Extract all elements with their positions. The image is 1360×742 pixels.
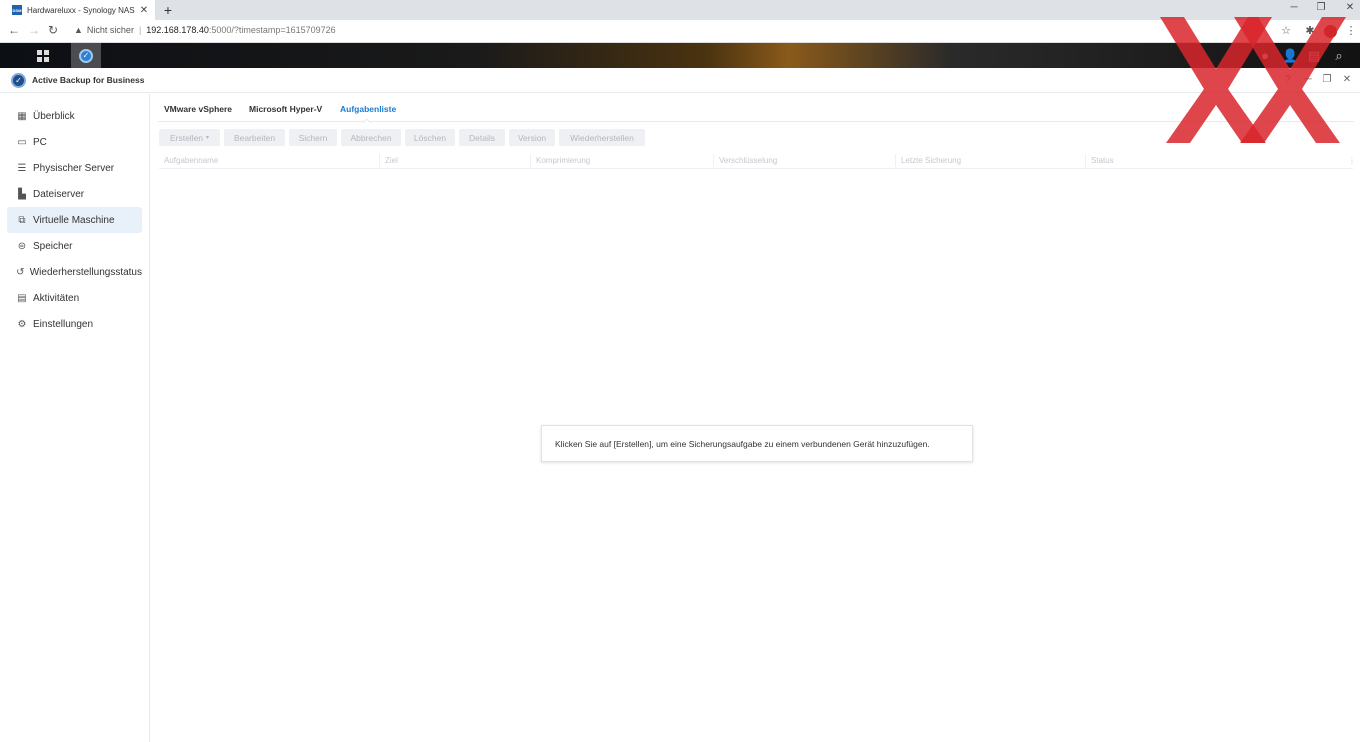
sidebar-item-label: Überblick [33, 110, 75, 122]
create-button-label: Erstellen [169, 132, 204, 143]
user-icon[interactable]: 👤 [1282, 48, 1298, 64]
sidebar-item-label: Dateiserver [33, 188, 85, 200]
dsm-taskbar: ✓ ● 👤 ▤ ⌕ [0, 43, 1360, 68]
browser-tab[interactable]: DSM Hardwareluxx - Synology NAS ✕ [0, 0, 155, 20]
empty-state-hint: Klicken Sie auf [Erstellen], um eine Sic… [541, 425, 973, 462]
version-button[interactable]: Version [509, 129, 555, 146]
profile-avatar[interactable] [1324, 25, 1337, 38]
sidebar-item-pc[interactable]: ▭ PC [7, 129, 142, 155]
file-server-icon: ▙ [18, 188, 26, 200]
close-app-icon[interactable]: ✕ [1340, 74, 1354, 85]
storage-icon: ⊜ [17, 240, 27, 252]
sidebar-item-label: Einstellungen [33, 318, 94, 330]
menu-dots-icon[interactable]: ⋮ [1344, 24, 1358, 37]
url-host: 192.168.178.40 [146, 25, 209, 35]
browser-tab-title: Hardwareluxx - Synology NAS [27, 5, 135, 15]
active-backup-icon: ✓ [79, 48, 93, 63]
bookmark-star-icon[interactable]: ☆ [1279, 24, 1293, 37]
maximize-app-icon[interactable]: ❐ [1320, 74, 1334, 85]
app-title: Active Backup for Business [32, 75, 145, 85]
sidebar-item-activities[interactable]: ▤ Aktivitäten [7, 285, 142, 311]
column-last-backup[interactable]: Letzte Sicherung [901, 156, 961, 165]
chevron-down-icon: ▾ [206, 135, 210, 141]
column-divider [895, 154, 896, 167]
column-target[interactable]: Ziel [385, 156, 398, 165]
sidebar-item-restore-status[interactable]: ↺ Wiederherstellungsstatus [7, 259, 142, 285]
column-status[interactable]: Status [1091, 156, 1114, 165]
close-window-icon[interactable]: ✕ [1340, 2, 1360, 13]
restore-button[interactable]: Wiederherstellen [559, 129, 645, 146]
sidebar-item-physical-server[interactable]: ☰ Physischer Server [7, 155, 142, 181]
column-divider [1085, 154, 1086, 167]
url-field[interactable]: ▲ Nicht sicher | 192.168.178.40 :5000/?t… [74, 25, 336, 35]
sidebar-item-virtual-machine[interactable]: ⧉ Virtuelle Maschine [7, 207, 142, 233]
minimize-app-icon[interactable]: ─ [1301, 74, 1315, 85]
active-tab-pointer [363, 119, 371, 123]
backup-button[interactable]: Sichern [289, 129, 337, 146]
sidebar-item-label: Virtuelle Maschine [33, 214, 115, 226]
extension-icon[interactable]: ✱ [1303, 24, 1317, 37]
column-divider [713, 154, 714, 167]
taskbar-app-button[interactable]: ✓ [71, 43, 101, 68]
restore-icon: ↺ [16, 266, 25, 278]
help-icon[interactable]: ? [1281, 74, 1295, 85]
column-compression[interactable]: Komprimierung [536, 156, 590, 165]
column-options-icon[interactable]: ⋮ [1348, 156, 1356, 165]
server-icon: ☰ [17, 162, 27, 174]
create-button[interactable]: Erstellen ▾ [159, 129, 220, 146]
notification-icon[interactable]: ● [1257, 48, 1273, 63]
url-path: :5000/?timestamp=1615709726 [208, 25, 336, 35]
sidebar-item-label: Physischer Server [33, 162, 115, 174]
back-arrow-icon[interactable]: ← [6, 23, 22, 37]
restore-window-icon[interactable]: ❐ [1311, 2, 1331, 13]
tab-task-list[interactable]: Aufgabenliste [340, 104, 396, 114]
dsm-favicon-icon: DSM [12, 5, 22, 15]
virtual-machine-icon: ⧉ [18, 214, 26, 226]
tab-vmware-vsphere[interactable]: VMware vSphere [164, 104, 232, 114]
url-separator: | [138, 25, 142, 35]
main-tabs: VMware vSphere Microsoft Hyper-V Aufgabe… [158, 96, 1354, 123]
sidebar-item-file-server[interactable]: ▙ Dateiserver [7, 181, 142, 207]
edit-button[interactable]: Bearbeiten [224, 129, 285, 146]
main-menu-button[interactable] [28, 43, 58, 68]
new-tab-icon[interactable]: + [161, 2, 175, 18]
sidebar: ▦ Überblick ▭ PC ☰ Physischer Server ▙ D… [0, 94, 150, 742]
sidebar-item-overview[interactable]: ▦ Überblick [7, 103, 142, 129]
sidebar-item-label: Wiederherstellungsstatus [29, 266, 142, 278]
widgets-icon[interactable]: ▤ [1306, 48, 1322, 64]
search-icon[interactable]: ⌕ [1331, 48, 1347, 64]
minimize-window-icon[interactable]: ─ [1284, 2, 1304, 13]
sidebar-item-storage[interactable]: ⊜ Speicher [7, 233, 142, 259]
grid-icon [37, 49, 49, 62]
column-divider [530, 154, 531, 167]
delete-button[interactable]: Löschen [405, 129, 455, 146]
app-window-header: ✓ Active Backup for Business ? ─ ❐ ✕ [0, 68, 1360, 93]
monitor-icon: ▭ [17, 136, 27, 148]
tab-microsoft-hyper-v[interactable]: Microsoft Hyper-V [249, 104, 322, 114]
address-bar: ← → ↻ ▲ Nicht sicher | 192.168.178.40 :5… [0, 20, 1360, 43]
details-button[interactable]: Details [459, 129, 505, 146]
reload-icon[interactable]: ↻ [45, 23, 61, 37]
gear-icon: ⚙ [17, 318, 27, 330]
cancel-button[interactable]: Abbrechen [341, 129, 401, 146]
column-divider [379, 154, 380, 167]
column-task-name[interactable]: Aufgabenname [164, 156, 218, 165]
warning-icon: ▲ [74, 25, 83, 35]
log-icon: ▤ [17, 292, 27, 304]
sidebar-item-label: Aktivitäten [33, 292, 80, 304]
active-backup-logo-icon: ✓ [11, 73, 26, 88]
column-encryption[interactable]: Verschlüsselung [719, 156, 777, 165]
task-table-header: Aufgabenname Ziel Komprimierung Verschlü… [159, 152, 1356, 169]
sidebar-item-settings[interactable]: ⚙ Einstellungen [7, 311, 142, 337]
sidebar-item-label: PC [33, 136, 47, 148]
sidebar-item-label: Speicher [33, 240, 73, 252]
browser-tab-strip: DSM Hardwareluxx - Synology NAS ✕ + ─ ❐ … [0, 0, 1360, 20]
insecure-label: Nicht sicher [86, 25, 134, 35]
overview-icon: ▦ [17, 110, 27, 122]
forward-arrow-icon[interactable]: → [26, 23, 42, 37]
close-tab-icon[interactable]: ✕ [137, 5, 151, 16]
